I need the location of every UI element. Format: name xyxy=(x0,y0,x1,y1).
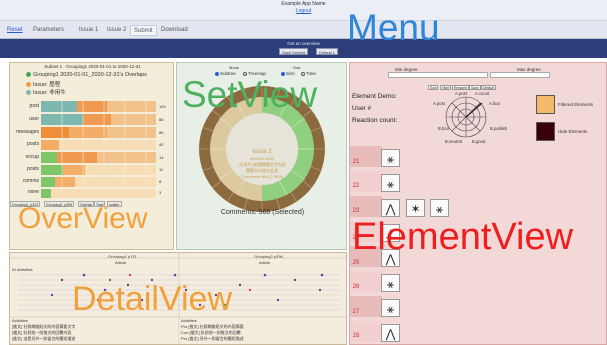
element-row-number: 22 xyxy=(352,183,360,189)
overview-row-label: posts xyxy=(27,166,39,172)
nav-tab-issue-1[interactable]: Issue 1 xyxy=(76,25,101,36)
overview-row-label: posts xyxy=(27,141,39,147)
overview-matrix xyxy=(41,101,156,198)
radar-chart xyxy=(445,96,487,138)
overview-row-label: none xyxy=(27,189,39,195)
logout-link[interactable]: Logout xyxy=(0,8,607,14)
nav-tab-parameters[interactable]: Parameters xyxy=(30,25,67,36)
radar-axis-label: A.boo xyxy=(489,101,500,106)
radar-axis-label: B.neutral xyxy=(445,139,462,144)
nav-tab-issue-2[interactable]: Issue 2 xyxy=(104,25,129,36)
nav-bar: Reset Parameters Issue 1 Issue 2 Submit … xyxy=(0,21,607,39)
element-row-number: 21 xyxy=(352,159,360,165)
activity-item[interactable]: [推文] 這是另外一則留言的簡短描述 xyxy=(12,336,75,342)
nav-tab-submit[interactable]: Submit xyxy=(130,25,157,36)
element-row-number: 28 xyxy=(352,333,360,339)
overview-row-label: user xyxy=(29,116,39,122)
overview-row[interactable] xyxy=(41,189,156,198)
overview-row[interactable] xyxy=(41,140,156,150)
element-row-number: 26 xyxy=(352,284,360,290)
element-glyph[interactable]: ⋀ xyxy=(381,249,400,267)
overview-row-count: 11 xyxy=(159,167,164,172)
overview-row-count: 8 xyxy=(159,179,162,184)
overview-tab[interactable]: Total xyxy=(94,201,106,207)
nav-tab-download[interactable]: Download xyxy=(158,25,191,36)
radar-axis-label: A.post xyxy=(455,91,467,96)
overview-row-label: occup xyxy=(25,154,39,160)
center-line-title: Issue 2 xyxy=(252,149,272,155)
save-default-button[interactable]: Save Default xyxy=(279,48,308,55)
element-glyph[interactable]: ⋀ xyxy=(381,324,400,342)
min-degree-input[interactable] xyxy=(388,72,488,78)
elementview-panel: Min degree Max degree Sort Hide Rename S… xyxy=(349,62,607,345)
element-glyph[interactable]: ⚹ xyxy=(381,274,400,292)
detailview-panel: Grouping1 p113 Grouping2 p296 Article Ar… xyxy=(9,252,348,345)
radar-axis-label: A.count xyxy=(475,91,490,96)
overview-row[interactable] xyxy=(41,152,156,163)
overview-row-count: 40 xyxy=(159,142,164,147)
element-glyph[interactable]: ⊥ xyxy=(381,224,400,242)
element-glyph[interactable]: ⚹ xyxy=(381,149,400,167)
app-root: Example App Name Logout Reset Parameters… xyxy=(0,0,607,345)
element-glyph[interactable]: ⚹ xyxy=(381,299,400,317)
overview-tab[interactable]: Overlap xyxy=(78,201,95,207)
element-row-number: 24 xyxy=(352,235,360,241)
radar-axis-label: A.post xyxy=(433,101,445,106)
element-row-number: 27 xyxy=(352,309,360,315)
element-row-number: 25 xyxy=(352,260,360,266)
overview-panel: Subset 1 · Grouping1 2020-01-01 to 2020-… xyxy=(9,62,174,250)
overview-tab[interactable]: Grouping2_p306 xyxy=(44,201,75,207)
element-glyph[interactable]: ⚹ xyxy=(430,199,449,217)
overview-row-count: 100 xyxy=(159,104,166,109)
overview-row-count: 86 xyxy=(159,130,164,135)
activity-item[interactable]: Pro [推文] 另外一則留言的簡短描述 xyxy=(181,336,244,342)
control-bar-title: Get an overview xyxy=(287,41,320,46)
element-demo-label: Element Demo: xyxy=(352,93,397,100)
filtered-elements-label: Filtered Elements xyxy=(558,102,594,107)
overview-row[interactable] xyxy=(41,114,156,125)
app-header: Example App Name Logout xyxy=(0,0,607,21)
setview-panel: Mode Sort Subtree Treemap Size Time Issu… xyxy=(176,62,347,250)
control-bar: Get an overview Save Default Default 1 xyxy=(0,39,607,58)
overview-row-label: messages xyxy=(16,129,39,135)
overview-row-count: 14 xyxy=(159,155,164,160)
filtered-elements-swatch xyxy=(536,95,555,114)
user-label: User # xyxy=(352,105,372,112)
element-glyph[interactable]: ⚹ xyxy=(381,174,400,192)
overview-row-count: 3 xyxy=(159,190,162,195)
comments-selected-label: Comments: 568 (Selected) xyxy=(220,209,305,216)
center-line-comments: Comments 568 (2 36%) xyxy=(240,174,284,179)
overview-row-count: 88 xyxy=(159,117,164,122)
max-degree-input[interactable] xyxy=(490,72,550,78)
radar-axis-label: B.good xyxy=(472,139,486,144)
element-glyph[interactable]: ✶ xyxy=(406,199,425,217)
activities-col-left: Activities xyxy=(12,318,28,323)
overview-row[interactable] xyxy=(41,127,156,138)
radar-axis-label: B.publish xyxy=(490,126,508,131)
overview-row[interactable] xyxy=(41,101,156,112)
overview-row-label: comms xyxy=(22,178,39,184)
overview-row[interactable] xyxy=(41,177,156,187)
hide-elements-label: Hide Elements xyxy=(558,129,588,134)
center-line-id: #n0010-4145 xyxy=(250,156,274,161)
radar-axis-label: B.boo xyxy=(438,126,449,131)
reaction-count-label: Reaction count: xyxy=(352,117,398,124)
overview-tab[interactable]: Grouping1_p303 xyxy=(10,201,41,207)
nav-tab-reset[interactable]: Reset xyxy=(4,25,26,36)
app-title: Example App Name xyxy=(281,1,326,7)
element-glyph[interactable]: ⋀ xyxy=(381,199,400,217)
overview-row-label: post xyxy=(29,103,39,109)
overview-row[interactable] xyxy=(41,165,156,175)
default-1-button[interactable]: Default 1 xyxy=(316,48,339,55)
hide-elements-swatch xyxy=(536,122,555,141)
activities-col-right: Activities xyxy=(181,318,197,323)
overview-tab[interactable]: scatter xyxy=(107,201,122,207)
element-row-number: 23 xyxy=(352,208,360,214)
